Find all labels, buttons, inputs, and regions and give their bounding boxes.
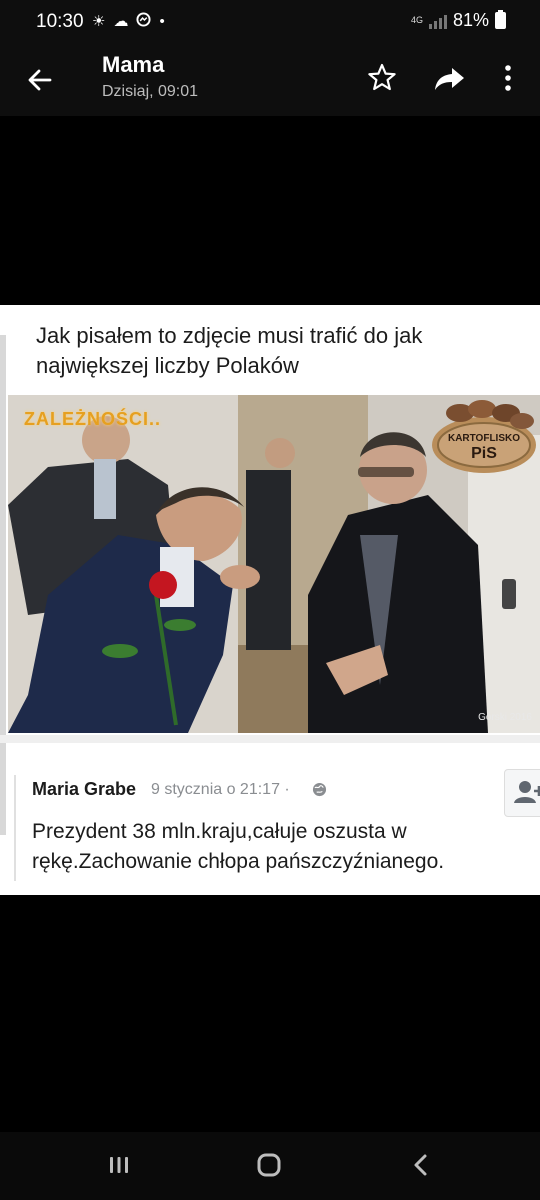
signal-icon [428, 13, 447, 29]
more-options-button[interactable] [494, 60, 522, 96]
globe-icon [312, 782, 327, 797]
add-friend-button [504, 769, 540, 817]
status-bar: 10:30 ☀ ☁ • 4G 81% [0, 0, 540, 44]
back-button[interactable] [20, 60, 60, 100]
add-friend-icon [514, 781, 540, 803]
status-time: 10:30 [36, 11, 84, 32]
star-icon [368, 63, 396, 91]
basket-label: KARTOFLISKO [447, 433, 521, 444]
recents-icon [110, 1157, 128, 1173]
navigation-bar [0, 1132, 540, 1200]
crop-edge [0, 335, 6, 835]
basket-party: PiS [471, 445, 497, 462]
home-icon [257, 1153, 281, 1177]
system-status: 4G 81% [411, 10, 506, 31]
comment: Maria Grabe 9 stycznia o 21:17 · Prezyde… [14, 755, 540, 885]
star-button[interactable] [364, 60, 400, 96]
comment-author: Maria Grabe [32, 779, 137, 799]
photo-credit: Górski 2016 [478, 712, 532, 723]
chat-timestamp: Dzisiaj, 09:01 [102, 83, 199, 100]
network-type: 4G [410, 15, 423, 25]
post-photo: ZALEŻNOŚCI.. KARTOFLISKO PiS Górski 2016 [8, 395, 540, 733]
overlay-caption: ZALEŻNOŚCI.. [24, 409, 161, 429]
messenger-icon [136, 12, 151, 32]
dot-icon: • [159, 13, 165, 30]
cloud-icon: ☁ [113, 13, 129, 30]
home-button[interactable] [254, 1150, 284, 1180]
recents-button[interactable] [104, 1150, 134, 1180]
app-bar: Mama Dzisiaj, 09:01 [0, 44, 540, 116]
comment-text: Prezydent 38 mln.kraju,całuje oszusta w … [32, 820, 445, 873]
comment-timestamp: 9 stycznia o 21:17 · [151, 781, 290, 798]
battery-icon [495, 10, 506, 29]
more-vert-icon [505, 65, 511, 91]
battery-percent: 81% [452, 10, 489, 30]
post-caption: Jak pisałem to zdjęcie musi trafić do ja… [36, 323, 423, 378]
share-button[interactable] [430, 60, 468, 96]
back-icon [414, 1154, 427, 1176]
shared-image[interactable]: Jak pisałem to zdjęcie musi trafić do ja… [0, 305, 540, 895]
sun-icon: ☀ [92, 13, 106, 30]
potato-basket-logo: KARTOFLISKO PiS [430, 395, 538, 473]
share-icon [435, 68, 464, 90]
post-divider [0, 735, 540, 743]
comment-thread-line [14, 775, 16, 881]
notification-icons: ☀ ☁ • [92, 12, 165, 32]
back-arrow-icon [28, 69, 52, 91]
chat-title: Mama [102, 52, 165, 77]
nav-back-button[interactable] [406, 1150, 436, 1180]
